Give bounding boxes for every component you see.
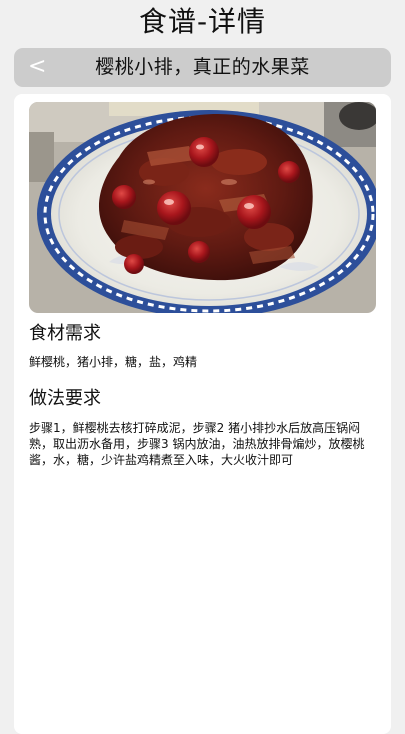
ingredients-text: 鲜樱桃，猪小排，糖，盐，鸡精 [29,355,198,369]
ingredients-heading: 食材需求 [29,323,101,344]
navbar: 樱桃小排，真正的水果菜 < [14,48,391,87]
dish-photo [29,102,376,313]
back-button[interactable]: < [28,48,58,87]
method-text: 步骤1，鲜樱桃去核打碎成泥，步骤2 猪小排抄水后放高压锅闷熟，取出沥水备用，步骤… [29,421,365,467]
page-title: 食谱-详情 [138,5,267,38]
recipe-card: 食材需求 鲜樱桃，猪小排，糖，盐，鸡精 做法要求 步骤1，鲜樱桃去核打碎成泥，步… [14,94,391,734]
nav-title: 樱桃小排，真正的水果菜 [95,56,310,78]
method-heading: 做法要求 [29,388,101,409]
